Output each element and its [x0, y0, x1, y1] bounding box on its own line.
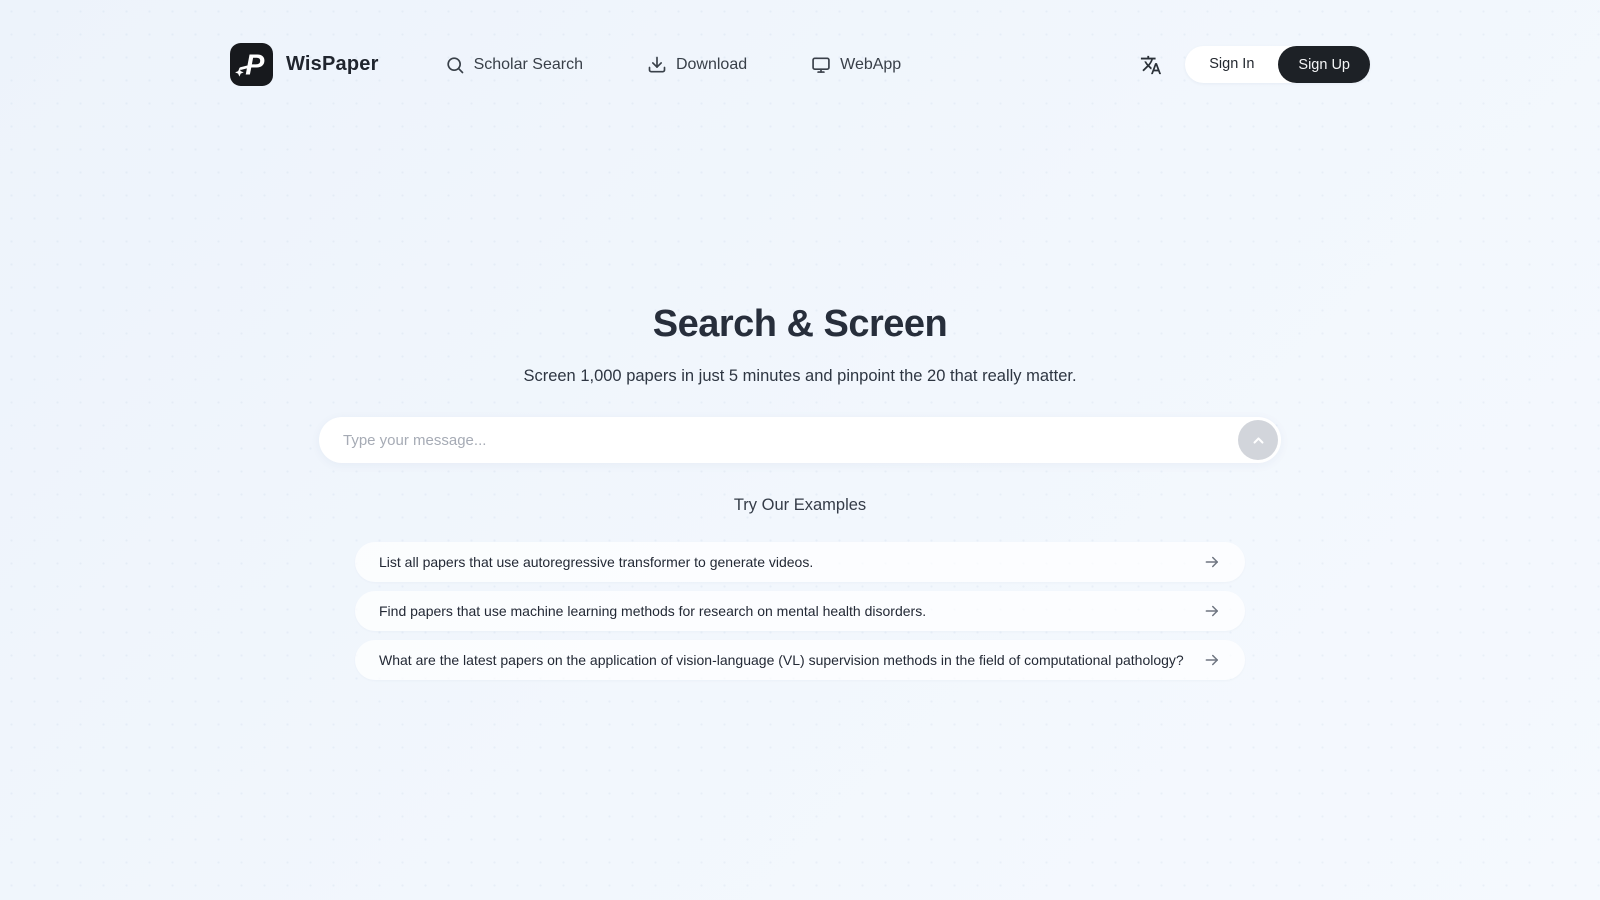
- example-row-2[interactable]: Find papers that use machine learning me…: [355, 591, 1245, 631]
- auth-buttons: Sign In Sign Up: [1185, 46, 1370, 83]
- example-row-3[interactable]: What are the latest papers on the applic…: [355, 640, 1245, 680]
- brand[interactable]: P WisPaper: [230, 43, 379, 86]
- example-row-1[interactable]: List all papers that use autoregressive …: [355, 542, 1245, 582]
- download-icon: [647, 55, 667, 75]
- nav-item-webapp[interactable]: WebApp: [811, 55, 901, 75]
- nav-label: WebApp: [840, 56, 901, 74]
- example-text: List all papers that use autoregressive …: [379, 554, 813, 570]
- translate-icon: [1140, 54, 1162, 76]
- example-list: List all papers that use autoregressive …: [355, 542, 1245, 680]
- main-content: Search & Screen Screen 1,000 papers in j…: [0, 303, 1600, 680]
- chevron-up-icon: [1249, 431, 1268, 450]
- page-title: Search & Screen: [0, 303, 1600, 346]
- arrow-right-icon: [1203, 553, 1221, 571]
- search-icon: [445, 55, 465, 75]
- header-right: Sign In Sign Up: [1140, 46, 1370, 83]
- nav-label: Download: [676, 56, 747, 74]
- message-input-bar: [319, 417, 1281, 463]
- brand-name: WisPaper: [286, 53, 379, 76]
- arrow-right-icon: [1203, 651, 1221, 669]
- language-switch-button[interactable]: [1140, 54, 1162, 76]
- example-text: Find papers that use machine learning me…: [379, 603, 926, 619]
- nav-item-scholar-search[interactable]: Scholar Search: [445, 55, 583, 75]
- nav-label: Scholar Search: [474, 56, 583, 74]
- wispaper-logo-icon: P: [230, 43, 273, 86]
- sign-up-button[interactable]: Sign Up: [1278, 46, 1370, 83]
- example-text: What are the latest papers on the applic…: [379, 652, 1184, 668]
- examples-title: Try Our Examples: [0, 496, 1600, 515]
- page-subtitle: Screen 1,000 papers in just 5 minutes an…: [0, 367, 1600, 386]
- message-input[interactable]: [319, 417, 1281, 463]
- nav-item-download[interactable]: Download: [647, 55, 747, 75]
- main-nav: Scholar Search Download WebApp: [445, 55, 902, 75]
- header: P WisPaper Scholar Search Download WebAp: [230, 43, 1370, 86]
- monitor-icon: [811, 55, 831, 75]
- send-button[interactable]: [1238, 420, 1278, 460]
- sign-in-button[interactable]: Sign In: [1185, 46, 1278, 83]
- arrow-right-icon: [1203, 602, 1221, 620]
